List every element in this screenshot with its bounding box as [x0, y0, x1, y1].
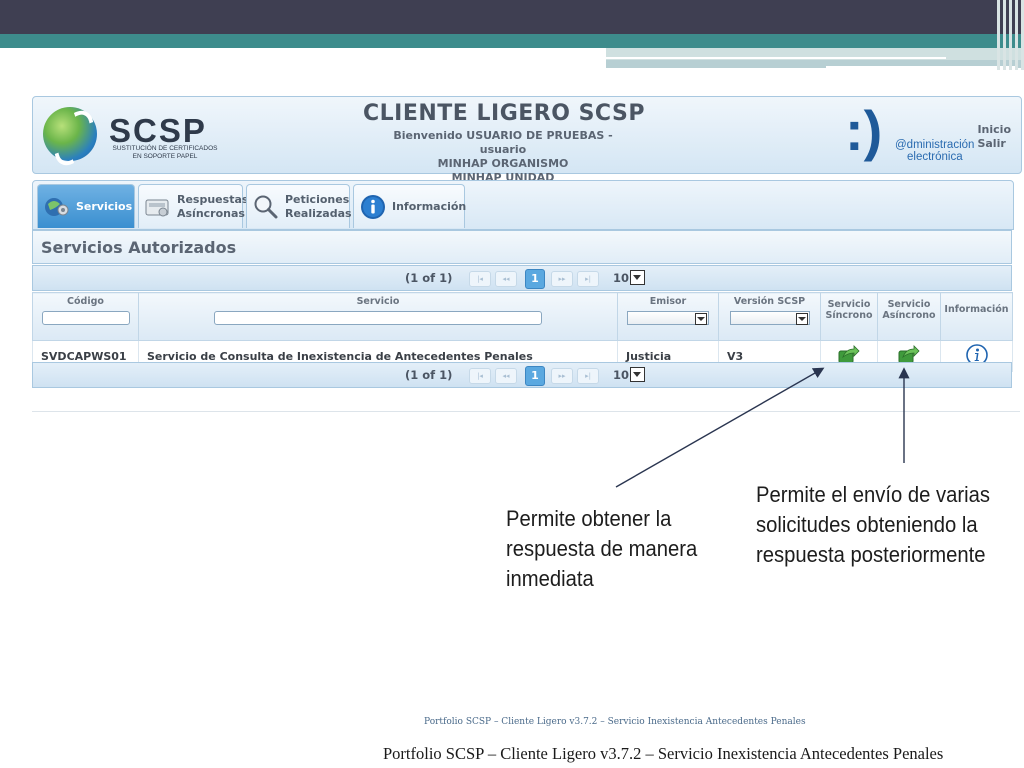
chevron-down-icon [630, 367, 646, 382]
chevron-down-icon [630, 270, 646, 285]
rows-per-page-value: 10 [613, 270, 630, 285]
administracion-electronica-logo-icon: :) [845, 99, 883, 162]
column-servicio-label: Servicio [356, 296, 400, 307]
tab-respuestas-asincronas[interactable]: Respuestas Asíncronas [138, 184, 248, 228]
inicio-link[interactable]: Inicio [977, 123, 1011, 137]
section-title: Servicios Autorizados [32, 230, 1012, 264]
slide-white-line-short [826, 66, 1016, 68]
page-count: (1 of 1) [405, 368, 453, 382]
tab-respuestas-line1: Respuestas [177, 192, 249, 206]
tab-peticiones-line1: Peticiones [285, 192, 350, 206]
tab-respuestas-label: Respuestas Asíncronas [177, 193, 248, 221]
last-page-button[interactable]: ▸| [577, 271, 599, 287]
tab-peticiones-line2: Realizadas [285, 206, 352, 220]
logo-subtitle: SUSTITUCIÓN DE CERTIFICADOS EN SOPORTE P… [111, 145, 219, 161]
tab-peticiones-realizadas[interactable]: Peticiones Realizadas [246, 184, 352, 228]
administracion-electronica-text: @dministración electrónica [895, 139, 974, 163]
tab-peticiones-label: Peticiones Realizadas [285, 193, 352, 221]
rows-per-page-select[interactable]: 10 [613, 367, 646, 382]
salir-link[interactable]: Salir [977, 137, 1011, 151]
next-page-button[interactable]: ▸▸ [551, 368, 573, 384]
top-links: Inicio Salir [977, 123, 1011, 151]
annotation-async: Permite el envío de varias solicitudes o… [756, 482, 990, 567]
annotation-sync: Permite obtener la respuesta de manera i… [506, 506, 698, 591]
column-header-version: Versión SCSP [718, 292, 821, 341]
welcome-block: Bienvenido USUARIO DE PRUEBAS - usuario … [373, 129, 633, 185]
rows-per-page-value: 10 [613, 367, 630, 382]
column-header-informacion: Información [940, 292, 1013, 341]
admin-line1: @dministración [895, 139, 975, 151]
inbox-icon [145, 194, 171, 220]
slide-footer-small: Portfolio SCSP – Cliente Ligero v3.7.2 –… [424, 717, 806, 727]
logo-subtitle-line1: SUSTITUCIÓN DE CERTIFICADOS [112, 145, 218, 152]
slide-top-band [0, 0, 1024, 34]
page-count: (1 of 1) [405, 271, 453, 285]
codigo-filter-input[interactable] [41, 311, 130, 325]
column-header-servicio: Servicio [138, 292, 618, 341]
column-informacion-label: Información [944, 304, 1009, 315]
current-page-button[interactable]: 1 [525, 366, 545, 386]
servicio-filter-input[interactable] [214, 311, 542, 325]
column-asincrono-line2: Asíncrono [882, 310, 936, 321]
column-header-codigo: Código [32, 292, 139, 341]
slide-footer-large: Portfolio SCSP – Cliente Ligero v3.7.2 –… [383, 744, 944, 763]
logo-subtitle-line2: EN SOPORTE PAPEL [132, 153, 198, 160]
slide-white-line [606, 57, 946, 59]
prev-page-button[interactable]: ◂◂ [495, 271, 517, 287]
column-sincrono-line1: Servicio [827, 299, 871, 310]
admin-line2: electrónica [907, 151, 963, 163]
column-sincrono-line2: Síncrono [825, 310, 873, 321]
current-page-button[interactable]: 1 [525, 269, 545, 289]
column-asincrono-line1: Servicio [887, 299, 931, 310]
last-page-button[interactable]: ▸| [577, 368, 599, 384]
version-filter-select[interactable] [729, 311, 810, 325]
column-header-sincrono: Servicio Síncrono [820, 292, 878, 341]
organismo-text: MINHAP ORGANISMO [437, 157, 569, 170]
emisor-filter-select[interactable] [627, 311, 709, 325]
services-icon [44, 194, 70, 220]
slide-vertical-stripes [992, 0, 1024, 70]
services-table: Código Servicio Emisor Versión SCSP Serv… [32, 292, 1013, 372]
tab-respuestas-line2: Asíncronas [177, 206, 245, 220]
column-header-emisor: Emisor [617, 292, 719, 341]
column-header-asincrono: Servicio Asíncrono [877, 292, 941, 341]
column-version-label: Versión SCSP [733, 296, 806, 307]
table-header-row: Código Servicio Emisor Versión SCSP Serv… [32, 292, 1013, 341]
tab-informacion-label: Información [392, 199, 467, 213]
tab-bar: Servicios Respuestas Asíncronas Peticion… [32, 180, 1014, 230]
paginator-top: (1 of 1) |◂ ◂◂ 1 ▸▸ ▸| 10 [32, 265, 1012, 291]
content-divider [32, 411, 1020, 412]
app-header: SCSP SUSTITUCIÓN DE CERTIFICADOS EN SOPO… [32, 96, 1022, 184]
rows-per-page-select[interactable]: 10 [613, 270, 646, 285]
app-title: CLIENTE LIGERO SCSP [363, 101, 645, 126]
first-page-button[interactable]: |◂ [469, 368, 491, 384]
column-codigo-label: Código [67, 296, 104, 307]
search-icon [253, 194, 279, 220]
slide-teal-band [0, 34, 1024, 48]
prev-page-button[interactable]: ◂◂ [495, 368, 517, 384]
welcome-text: Bienvenido USUARIO DE PRUEBAS - usuario [393, 129, 613, 156]
tab-servicios[interactable]: Servicios [37, 184, 135, 228]
paginator-bottom: (1 of 1) |◂ ◂◂ 1 ▸▸ ▸| 10 [32, 362, 1012, 388]
first-page-button[interactable]: |◂ [469, 271, 491, 287]
tab-informacion[interactable]: Información [353, 184, 467, 228]
next-page-button[interactable]: ▸▸ [551, 271, 573, 287]
column-emisor-label: Emisor [649, 296, 687, 307]
tab-servicios-label: Servicios [76, 199, 133, 213]
info-icon [360, 194, 386, 220]
